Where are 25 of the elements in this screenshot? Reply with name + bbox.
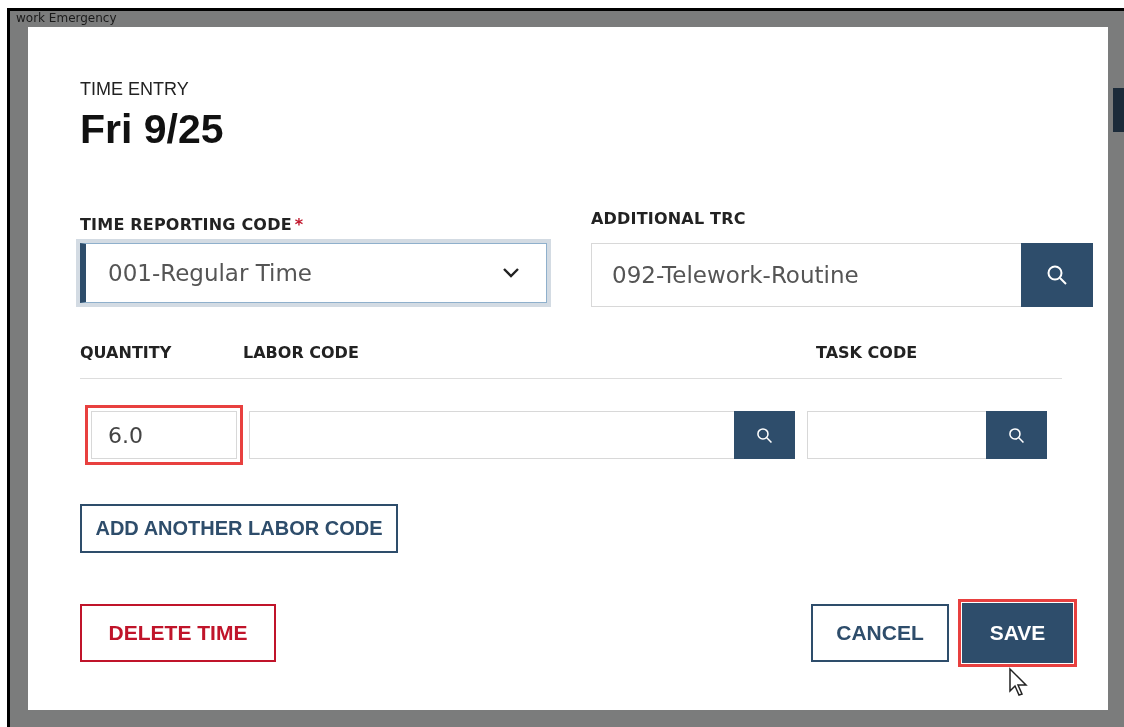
search-icon bbox=[1008, 426, 1025, 444]
delete-button[interactable]: DELETE TIME bbox=[80, 604, 276, 662]
cancel-button[interactable]: CANCEL bbox=[811, 604, 949, 662]
search-icon bbox=[1046, 264, 1068, 286]
add-labor-code-button[interactable]: ADD ANOTHER LABOR CODE bbox=[80, 504, 398, 553]
required-mark: * bbox=[294, 215, 304, 234]
task-code-field[interactable] bbox=[807, 411, 986, 459]
page-heading: work Emergency bbox=[16, 11, 117, 25]
field-label: TIME REPORTING CODE bbox=[80, 215, 292, 234]
column-header: LABOR CODE bbox=[243, 343, 360, 362]
field-label: ADDITIONAL TRC bbox=[591, 209, 747, 230]
search-icon bbox=[756, 426, 773, 444]
additional-trc-field[interactable]: 092-Telework-Routine bbox=[591, 243, 1021, 307]
search-button[interactable] bbox=[1021, 243, 1093, 307]
dialog-eyebrow: TIME ENTRY bbox=[80, 79, 190, 100]
search-button[interactable] bbox=[734, 411, 795, 459]
cursor-icon bbox=[1008, 667, 1030, 697]
dialog-title: Fri 9/25 bbox=[80, 106, 225, 153]
save-button[interactable]: SAVE bbox=[962, 603, 1073, 663]
search-button[interactable] bbox=[986, 411, 1047, 459]
column-header: TASK CODE bbox=[816, 343, 918, 362]
chevron-down-icon bbox=[502, 267, 520, 279]
column-header: QUANTITY bbox=[80, 343, 173, 362]
quantity-field[interactable]: 6.0 bbox=[91, 411, 237, 459]
labor-code-field[interactable] bbox=[249, 411, 734, 459]
